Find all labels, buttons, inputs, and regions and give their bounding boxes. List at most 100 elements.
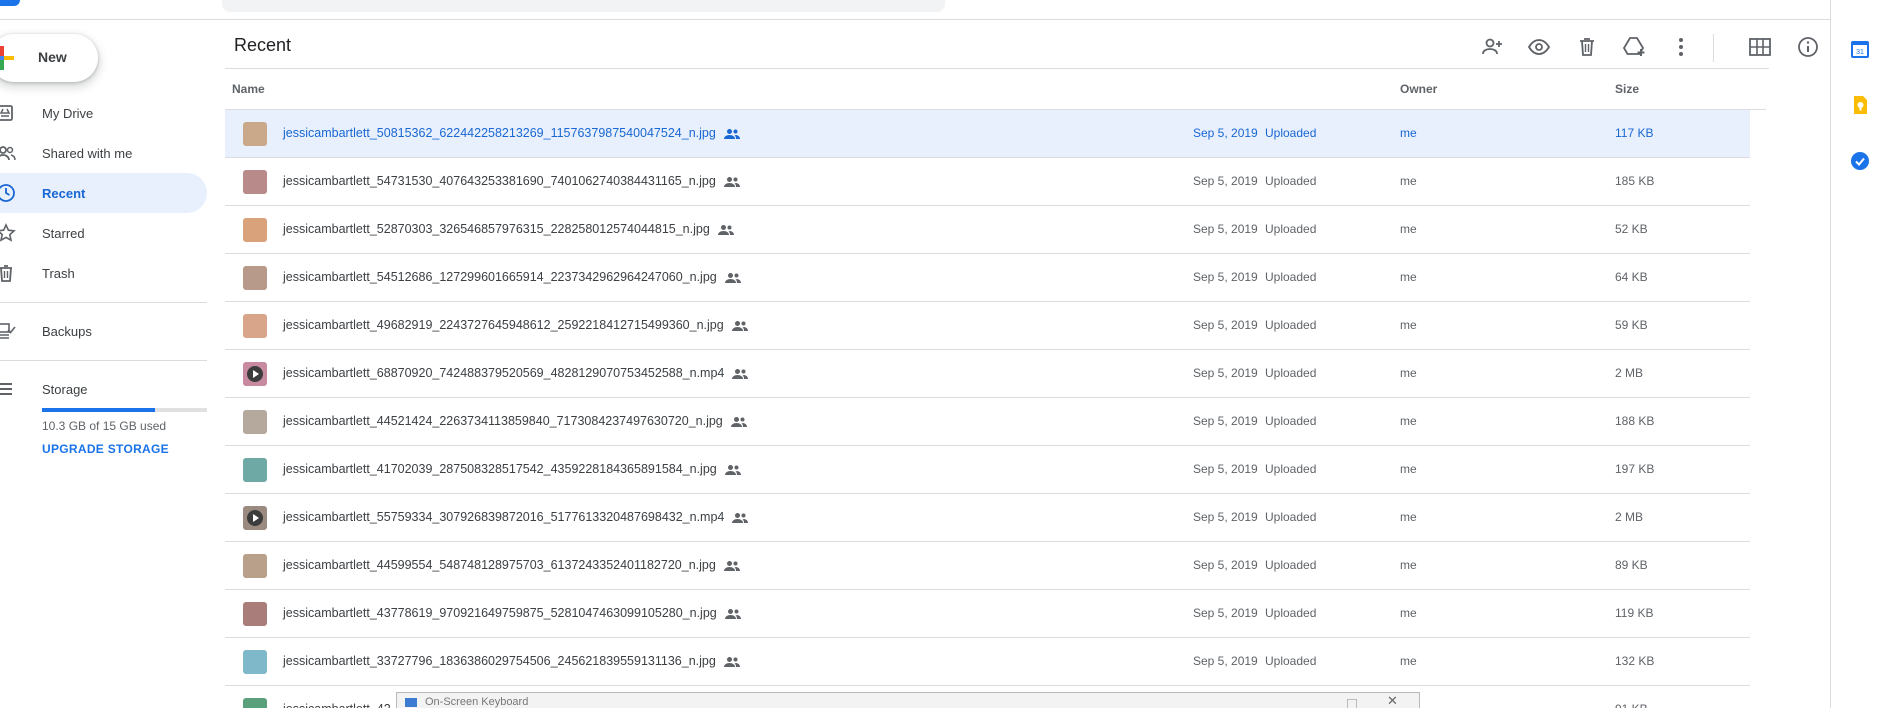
table-row[interactable]: jessicambartlett_43778619_97092164975987… (225, 590, 1750, 638)
table-row[interactable]: jessicambartlett_50815362_62244225821326… (225, 110, 1750, 158)
table-row[interactable]: jessicambartlett_49682919_22437276459486… (225, 302, 1750, 350)
keep-icon[interactable] (1850, 95, 1870, 115)
add-to-drive-icon[interactable] (1619, 32, 1649, 62)
table-row[interactable]: jessicambartlett_33727796_18363860297545… (225, 638, 1750, 686)
modified-date: Sep 5, 2019 (1193, 174, 1258, 188)
file-name-text: jessicambartlett_49682919_22437276459486… (283, 318, 724, 332)
drive-logo[interactable] (0, 0, 20, 6)
on-screen-keyboard-window[interactable]: On-Screen Keyboard ✕ (396, 692, 1420, 708)
size-cell: 52 KB (1615, 222, 1648, 236)
maximize-icon[interactable] (1347, 699, 1357, 708)
preview-eye-icon[interactable] (1524, 32, 1554, 62)
image-thumbnail (243, 122, 267, 146)
owner-cell: me (1400, 366, 1417, 380)
sidebar-item-label: Starred (42, 225, 85, 241)
modified-action: Uploaded (1265, 414, 1317, 428)
modified-date: Sep 5, 2019 (1193, 414, 1258, 428)
more-vert-icon[interactable] (1666, 32, 1696, 62)
owner-cell: me (1400, 270, 1417, 284)
toolbar-divider (225, 68, 1769, 69)
star-icon (0, 223, 16, 242)
close-icon[interactable]: ✕ (1387, 693, 1398, 708)
file-name: jessicambartlett_41702039_28750832851754… (283, 462, 741, 476)
new-button[interactable]: New (0, 34, 98, 82)
size-cell: 2 MB (1615, 510, 1644, 524)
table-row[interactable]: jessicambartlett_54731530_40764325338169… (225, 158, 1750, 206)
sidebar-item-label: My Drive (42, 105, 94, 121)
keyboard-icon (405, 698, 417, 707)
column-header-owner[interactable]: Owner (1400, 82, 1437, 96)
file-name-text: jessicambartlett_33727796_18363860297545… (283, 654, 716, 668)
sidebar-divider (0, 360, 207, 361)
search-input[interactable] (222, 0, 945, 12)
image-thumbnail (243, 314, 267, 338)
shared-people-icon (730, 416, 747, 428)
table-row[interactable]: jessicambartlett_52870303_32654685797631… (225, 206, 1750, 254)
new-button-label: New (38, 49, 67, 65)
shared-people-icon (724, 464, 741, 476)
file-name: jessicambartlett_68870920_74248837952056… (283, 366, 749, 380)
file-name: jessicambartlett_55759334_30792683987201… (283, 510, 749, 524)
table-row[interactable]: jessicambartlett_54512686_12729960166591… (225, 254, 1750, 302)
modified-date: Sep 5, 2019 (1193, 462, 1258, 476)
sidebar-item-recent[interactable]: Recent (0, 173, 207, 213)
calendar-icon[interactable]: 31 (1850, 39, 1870, 59)
column-header-name[interactable]: Name (232, 82, 265, 96)
sidebar-item-shared-with-me[interactable]: Shared with me (0, 133, 207, 173)
image-thumbnail (243, 170, 267, 194)
image-thumbnail (243, 266, 267, 290)
toolbar-separator (1713, 34, 1714, 62)
owner-cell: me (1400, 654, 1417, 668)
image-thumbnail (243, 602, 267, 626)
owner-cell: me (1400, 462, 1417, 476)
file-name-text: jessicambartlett_68870920_74248837952056… (283, 366, 725, 380)
delete-trash-icon[interactable] (1572, 32, 1602, 62)
table-row[interactable]: jessicambartlett_44599554_54874812897570… (225, 542, 1750, 590)
size-cell: 2 MB (1615, 366, 1644, 380)
sidebar-item-my-drive[interactable]: My Drive (0, 93, 207, 133)
file-name: jessicambartlett_44521424_22637341138598… (283, 414, 747, 428)
size-cell: 59 KB (1615, 318, 1648, 332)
shared-people-icon (724, 608, 741, 620)
owner-cell: me (1400, 606, 1417, 620)
sidebar: New My Drive Shared with me Recent Starr… (0, 20, 210, 708)
size-cell: 185 KB (1615, 174, 1655, 188)
tasks-icon[interactable] (1850, 151, 1870, 171)
image-thumbnail (243, 458, 267, 482)
table-row[interactable]: jessicambartlett_44521424_22637341138598… (225, 398, 1750, 446)
share-add-person-icon[interactable] (1477, 32, 1507, 62)
file-name-text: jessicambartlett_41702039_28750832851754… (283, 462, 717, 476)
page-title: Recent (234, 35, 292, 55)
size-cell: 188 KB (1615, 414, 1655, 428)
table-row[interactable]: jessicambartlett_55759334_30792683987201… (225, 494, 1750, 542)
shared-people-icon (732, 512, 749, 524)
shared-people-icon (723, 560, 740, 572)
table-row[interactable]: jessicambartlett_68870920_74248837952056… (225, 350, 1750, 398)
file-name-text: jessicambartlett_54731530_40764325338169… (283, 174, 716, 188)
file-name: jessicambartlett_43778619_97092164975987… (283, 606, 741, 620)
modified-action: Uploaded (1265, 126, 1317, 140)
plus-icon (0, 46, 14, 70)
upgrade-storage-link[interactable]: UPGRADE STORAGE (42, 442, 169, 456)
column-header-size[interactable]: Size (1615, 82, 1639, 96)
shared-people-icon (723, 128, 740, 140)
modified-action: Uploaded (1265, 654, 1317, 668)
modified-date: Sep 5, 2019 (1193, 318, 1258, 332)
sidebar-item-label: Trash (42, 265, 75, 281)
sidebar-item-storage[interactable]: Storage (0, 369, 207, 409)
owner-cell: me (1400, 414, 1417, 428)
modified-date: Sep 5, 2019 (1193, 654, 1258, 668)
shared-people-icon (723, 656, 740, 668)
table-row[interactable]: jessicambartlett_41702039_28750832851754… (225, 446, 1750, 494)
info-icon[interactable] (1793, 32, 1823, 62)
sidebar-item-backups[interactable]: Backups (0, 311, 207, 351)
modified-date: Sep 5, 2019 (1193, 558, 1258, 572)
sidebar-item-label: Shared with me (42, 145, 133, 161)
file-name-text: jessicambartlett_54512686_12729960166591… (283, 270, 717, 284)
sidebar-item-trash[interactable]: Trash (0, 253, 207, 293)
storage-progress-bar (42, 408, 207, 412)
file-name: jessicambartlett_33727796_18363860297545… (283, 654, 740, 668)
grid-view-icon[interactable] (1745, 32, 1775, 62)
sidebar-item-starred[interactable]: Starred (0, 213, 207, 253)
file-name: jessicambartlett_52870303_32654685797631… (283, 222, 734, 236)
